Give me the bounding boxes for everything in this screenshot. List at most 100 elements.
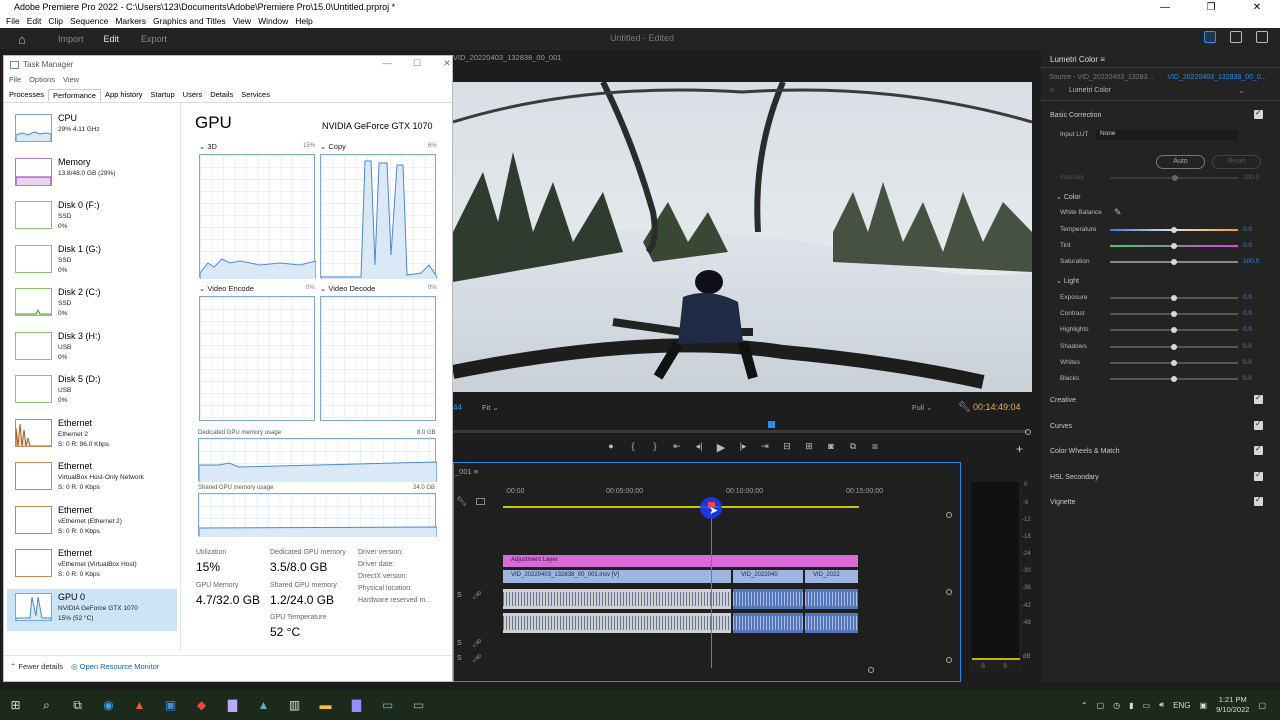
solo-label[interactable]: S (457, 655, 462, 662)
scroll-handle[interactable] (946, 657, 952, 663)
program-scrub-bar[interactable] (453, 430, 1028, 433)
menu-window[interactable]: Window (258, 16, 288, 26)
go-to-in-icon[interactable]: ⇤ (666, 441, 688, 454)
section-color-wheels[interactable]: Color Wheels & Match (1050, 448, 1120, 455)
section-vignette[interactable]: Vignette (1050, 499, 1076, 506)
color-value[interactable]: 0.0 (1243, 242, 1252, 249)
extract-icon[interactable]: ⊞ (798, 441, 820, 454)
resource-item[interactable]: Disk 3 (H:) USB 0% (7, 328, 177, 370)
color-wheels-checkbox[interactable] (1254, 444, 1263, 455)
chevron-up-icon[interactable]: ⌃ (1081, 701, 1088, 710)
lumetri-tab[interactable]: Lumetri Color ≡ (1050, 55, 1105, 64)
tm-menu-options[interactable]: Options (29, 75, 55, 84)
menu-help[interactable]: Help (295, 16, 312, 26)
menu-markers[interactable]: Markers (115, 16, 146, 26)
graph-decode-label[interactable]: ⌄ Video Decode (320, 284, 375, 293)
section-hsl-secondary[interactable]: HSL Secondary (1050, 474, 1099, 481)
zoom-fit-select[interactable]: Fit ⌄ (482, 403, 499, 412)
input-lut-select[interactable]: None (1096, 130, 1238, 140)
resource-item[interactable]: Disk 2 (C:) SSD 0% (7, 284, 177, 326)
tray-app-icon[interactable]: ◷ (1113, 701, 1120, 710)
task-view-icon[interactable]: ⧉ (62, 690, 93, 720)
lumetri-fx-select[interactable]: Lumetri Color (1049, 87, 1244, 98)
curves-checkbox[interactable] (1254, 419, 1263, 430)
light-slider[interactable] (1110, 327, 1238, 334)
section-curves[interactable]: Curves (1050, 423, 1072, 430)
task-manager-taskbar-icon[interactable]: ▥ (279, 690, 310, 720)
menu-file[interactable]: File (6, 16, 20, 26)
media-encoder-icon[interactable]: ▇ (341, 690, 372, 720)
audio-clip[interactable] (733, 589, 803, 609)
play-icon[interactable]: ▶ (710, 441, 732, 454)
fewer-details-button[interactable]: ⌃ Fewer details (10, 662, 63, 671)
network-icon[interactable]: ▭ (1143, 701, 1151, 710)
hsl-checkbox[interactable] (1254, 470, 1263, 481)
restore-icon[interactable]: ❐ (1188, 2, 1234, 13)
workspace-edit[interactable]: Edit (104, 34, 120, 44)
color-slider[interactable] (1110, 243, 1238, 250)
work-area-bar[interactable] (503, 506, 859, 508)
light-slider[interactable] (1110, 311, 1238, 318)
home-icon[interactable]: ⌂ (18, 32, 32, 47)
resource-item[interactable]: Ethernet VirtualBox Host-Only Network S: 0… (7, 458, 177, 500)
resource-item[interactable]: CPU 29% 4.11 GHz (7, 110, 177, 152)
app-icon[interactable]: ▲ (248, 690, 279, 720)
clock[interactable]: 1:21 PM 9/10/2022 (1216, 695, 1249, 715)
scroll-handle[interactable] (946, 512, 952, 518)
minimize-icon[interactable]: — (1142, 2, 1188, 13)
light-value[interactable]: 0.0 (1243, 310, 1252, 317)
intensity-value[interactable]: 100.0 (1243, 174, 1259, 181)
remote-desktop-icon[interactable]: ▭ (372, 690, 403, 720)
tray-app-icon[interactable]: ▢ (1097, 701, 1105, 710)
tab-details[interactable]: Details (206, 89, 237, 102)
menu-sequence[interactable]: Sequence (70, 16, 108, 26)
program-tab[interactable]: VID_20220403_132838_00_001 (453, 53, 561, 62)
audio-clip[interactable] (503, 613, 731, 633)
menu-edit[interactable]: Edit (27, 16, 42, 26)
light-value[interactable]: 0.0 (1243, 294, 1252, 301)
light-slider[interactable] (1110, 359, 1238, 366)
save-app-icon[interactable]: ▣ (155, 690, 186, 720)
clip-video-2[interactable]: VID_2022040 (733, 570, 803, 583)
light-slider[interactable] (1110, 343, 1238, 350)
wrench-icon[interactable]: 🔧︎ (456, 496, 467, 507)
workspaces-icon[interactable] (1204, 31, 1216, 43)
resource-item[interactable]: Ethernet Ethernet 2 S: 0 R: 96.0 Kbps (7, 415, 177, 457)
solo-label[interactable]: S (457, 640, 462, 647)
app-icon[interactable]: ▭ (403, 690, 434, 720)
vignette-checkbox[interactable] (1254, 495, 1263, 506)
windows-start-icon[interactable]: ⊞ (0, 690, 31, 720)
graph-copy-label[interactable]: ⌄ Copy (320, 142, 346, 151)
audio-clip[interactable] (733, 613, 803, 633)
section-light[interactable]: ⌄ Light (1056, 277, 1079, 285)
fullscreen-icon[interactable] (1256, 31, 1268, 43)
resource-item[interactable]: Ethernet vEthernet (VirtualBox Host) S: 0 … (7, 545, 177, 587)
battery-icon[interactable]: ▮ (1129, 701, 1133, 710)
section-color[interactable]: ⌄ Color (1056, 193, 1081, 201)
basic-correction-checkbox[interactable] (1254, 108, 1263, 119)
resource-item[interactable]: Disk 1 (G:) SSD 0% (7, 241, 177, 283)
tab-performance[interactable]: Performance (48, 89, 101, 102)
clip-adjustment-layer[interactable]: Adjustment Layer (503, 555, 858, 567)
menu-graphics[interactable]: Graphics and Titles (153, 16, 226, 26)
go-to-out-icon[interactable]: ⇥ (754, 441, 776, 454)
close-icon[interactable]: ✕ (432, 58, 462, 69)
auto-button[interactable]: Auto (1156, 155, 1205, 169)
color-slider[interactable] (1110, 227, 1238, 233)
microphone-icon[interactable]: 🎤︎ (472, 654, 482, 663)
add-marker-icon[interactable]: ● (600, 441, 622, 454)
export-frame-icon[interactable]: ◙ (820, 441, 842, 454)
meter-solo[interactable]: S (981, 664, 985, 670)
minimize-icon[interactable]: — (372, 58, 402, 69)
open-resource-monitor-link[interactable]: ◎ Open Resource Monitor (71, 662, 159, 671)
slider-knob[interactable] (1171, 295, 1177, 301)
scrub-marker[interactable] (768, 421, 775, 428)
step-back-icon[interactable]: ◂| (688, 441, 710, 454)
resource-item[interactable]: Memory 13.8/48.0 GB (29%) (7, 154, 177, 196)
resource-item[interactable]: Disk 0 (F:) SSD 0% (7, 197, 177, 239)
menu-view[interactable]: View (233, 16, 251, 26)
mark-in-icon[interactable]: { (622, 441, 644, 454)
slider-knob[interactable] (1171, 343, 1177, 350)
share-icon[interactable] (1230, 31, 1242, 43)
scroll-handle[interactable] (946, 589, 952, 595)
